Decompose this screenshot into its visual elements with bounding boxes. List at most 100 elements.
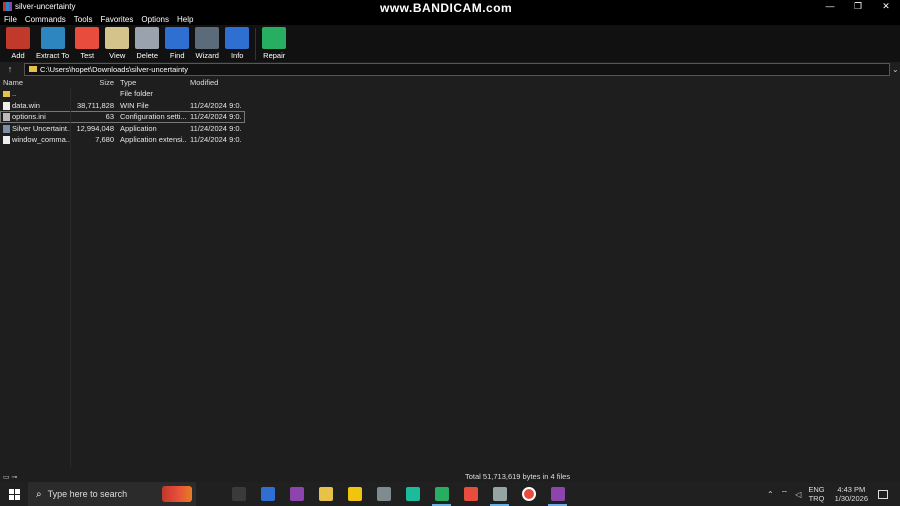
menu-favorites[interactable]: Favorites — [100, 15, 133, 24]
file-row-selected[interactable]: options.ini 63 Configuration setti... 11… — [0, 111, 245, 123]
column-header: Name Size Type Modified — [0, 77, 900, 88]
menu-help[interactable]: Help — [177, 15, 193, 24]
task-view-icon — [231, 487, 246, 501]
chevron-down-icon[interactable]: ⌄ — [892, 65, 899, 74]
taskbar-app[interactable] — [543, 482, 572, 506]
search-icon: ⌕ — [36, 488, 42, 500]
winrar-app-icon — [3, 2, 12, 11]
file-type: Application — [120, 123, 157, 133]
speaker-icon[interactable]: ◁ — [795, 490, 801, 499]
bandicam-record-icon — [521, 487, 536, 501]
settings-file-icon — [3, 113, 10, 122]
repair-button[interactable]: Repair — [262, 25, 287, 62]
taskbar-app[interactable] — [456, 482, 485, 506]
mail-icon — [260, 487, 275, 501]
file-modified: 11/24/2024 9:0... — [190, 100, 242, 110]
clock[interactable]: 4:43 PM 1/30/2026 — [835, 485, 868, 503]
file-size: 63 — [105, 112, 114, 122]
file-name: .. — [12, 89, 17, 99]
taskbar-app[interactable] — [485, 482, 514, 506]
view-button[interactable]: View — [105, 25, 130, 62]
folder-icon — [3, 91, 10, 98]
file-row[interactable]: .. File folder — [0, 88, 900, 100]
toolbar-separator — [255, 28, 257, 60]
file-name: Silver Uncertaint... — [12, 123, 70, 133]
file-type: WIN File — [120, 100, 149, 110]
clock-time: 4:43 PM — [837, 485, 866, 494]
taskbar-app[interactable] — [340, 482, 369, 506]
restore-button[interactable]: ❐ — [844, 0, 872, 13]
wizard-button[interactable]: Wizard — [195, 25, 220, 62]
path-text: C:\Users\hopet\Downloads\silver-uncertai… — [40, 64, 188, 74]
winrar-icon — [550, 487, 565, 501]
search-highlight-icon — [162, 486, 192, 502]
add-archive-icon — [6, 27, 30, 49]
add-button[interactable]: Add — [6, 25, 30, 62]
view-label: View — [109, 51, 126, 60]
taskbar-app[interactable] — [369, 482, 398, 506]
find-button[interactable]: Find — [165, 25, 190, 62]
clock-date: 1/30/2026 — [834, 494, 868, 503]
file-type: File folder — [120, 89, 153, 99]
column-type[interactable]: Type — [117, 78, 187, 87]
file-modified: 11/24/2024 9:0... — [190, 135, 242, 145]
column-size[interactable]: Size — [70, 78, 117, 87]
file-type: Configuration setti... — [120, 112, 187, 122]
column-name[interactable]: Name — [0, 78, 70, 87]
test-button[interactable]: Test — [75, 25, 100, 62]
menu-options[interactable]: Options — [141, 15, 169, 24]
language-indicator[interactable]: ENG TRQ — [808, 485, 824, 503]
notification-icon[interactable] — [878, 489, 888, 499]
windows-logo-icon — [8, 488, 20, 500]
file-name: data.win — [12, 100, 40, 110]
file-row[interactable]: Silver Uncertaint... 12,994,048 Applicat… — [0, 123, 900, 135]
minimize-button[interactable]: — — [816, 0, 844, 13]
extract-to-button[interactable]: Extract To — [36, 25, 69, 62]
taskbar-app[interactable] — [514, 482, 543, 506]
menu-bar: File Commands Tools Favorites Options He… — [0, 13, 900, 25]
chevron-up-icon[interactable]: ⌃ — [767, 490, 774, 499]
up-arrow-icon[interactable]: ↑ — [0, 64, 20, 74]
taskbar-app[interactable] — [398, 482, 427, 506]
language-top: ENG — [808, 485, 825, 494]
taskbar: ⌕ Type here to search ⌃ ⌔ ◁ ENG TRQ 4:43… — [0, 482, 900, 506]
file-row[interactable]: data.win 38,711,828 WIN File 11/24/2024 … — [0, 100, 900, 112]
file-size: 7,680 — [95, 135, 114, 145]
chrome-icon — [463, 487, 478, 501]
path-field[interactable]: C:\Users\hopet\Downloads\silver-uncertai… — [24, 62, 890, 76]
taskbar-app[interactable] — [253, 482, 282, 506]
address-bar: ↑ C:\Users\hopet\Downloads\silver-uncert… — [0, 62, 900, 76]
file-name: window_comma... — [12, 135, 70, 145]
language-bottom: TRQ — [808, 494, 825, 503]
column-modified[interactable]: Modified — [187, 78, 242, 87]
trash-icon — [135, 27, 160, 49]
wizard-label: Wizard — [195, 51, 219, 60]
taskbar-app[interactable] — [427, 482, 456, 506]
taskbar-app[interactable] — [311, 482, 340, 506]
taskbar-search[interactable]: ⌕ Type here to search — [28, 482, 196, 506]
menu-tools[interactable]: Tools — [74, 15, 93, 24]
find-label: Find — [169, 51, 185, 60]
info-button[interactable]: Info — [225, 25, 250, 62]
file-modified: 11/24/2024 9:0... — [190, 123, 242, 133]
window-controls: — ❐ ✕ — [816, 0, 900, 13]
magnifier-icon — [165, 27, 190, 49]
menu-file[interactable]: File — [4, 15, 17, 24]
delete-button[interactable]: Delete — [135, 25, 160, 62]
wizard-wand-icon — [195, 27, 220, 49]
close-button[interactable]: ✕ — [872, 0, 900, 13]
application-icon — [3, 124, 10, 133]
view-book-icon — [105, 27, 130, 49]
file-modified: 11/24/2024 9:0... — [190, 112, 242, 122]
start-button[interactable] — [0, 482, 28, 506]
file-size: 38,711,828 — [77, 100, 114, 110]
system-tray: ⌃ ⌔ ◁ ENG TRQ 4:43 PM 1/30/2026 — [767, 482, 900, 506]
drive-key-icon[interactable]: ▭ ⊸ — [3, 473, 17, 481]
network-icon[interactable]: ⌔ — [781, 489, 789, 499]
file-row[interactable]: window_comma... 7,680 Application extens… — [0, 134, 900, 146]
taskbar-app[interactable] — [282, 482, 311, 506]
store-icon — [347, 487, 362, 501]
menu-commands[interactable]: Commands — [25, 15, 66, 24]
status-bar: ▭ ⊸ Total 51,713,619 bytes in 4 files — [0, 471, 900, 482]
taskbar-app[interactable] — [224, 482, 253, 506]
